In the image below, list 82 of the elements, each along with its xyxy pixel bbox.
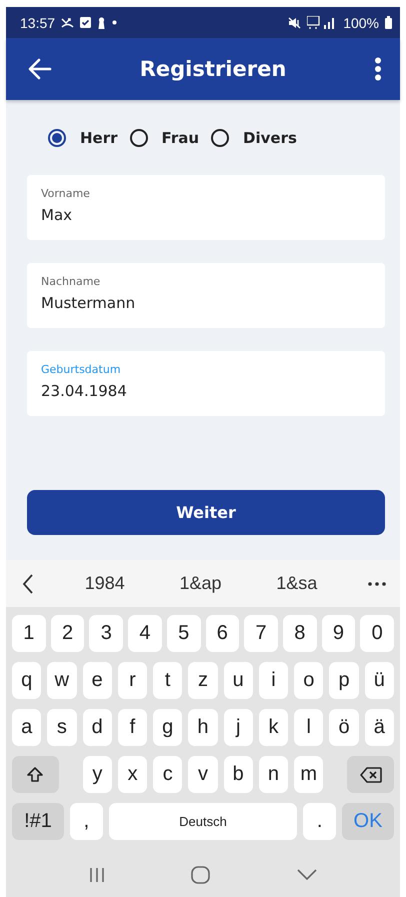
key[interactable]: 7 bbox=[244, 615, 278, 652]
key[interactable]: ü bbox=[364, 662, 394, 699]
key[interactable]: f bbox=[118, 709, 148, 746]
status-time: 13:57 bbox=[20, 14, 56, 30]
mute-icon bbox=[288, 16, 302, 28]
field-value[interactable]: 23.04.1984 bbox=[41, 382, 371, 400]
word-suggestion[interactable]: 1&sa bbox=[268, 569, 326, 598]
key[interactable]: 6 bbox=[206, 615, 240, 652]
home-icon bbox=[191, 866, 210, 884]
recent-apps-icon bbox=[89, 866, 106, 882]
key[interactable]: a bbox=[12, 709, 42, 746]
key[interactable]: p bbox=[329, 662, 359, 699]
chevron-left-icon bbox=[22, 572, 34, 594]
key[interactable]: o bbox=[294, 662, 324, 699]
key[interactable]: g bbox=[153, 709, 182, 746]
key[interactable]: n bbox=[258, 756, 288, 793]
key[interactable]: 0 bbox=[360, 615, 394, 652]
key[interactable]: v bbox=[188, 756, 218, 793]
symbols-key[interactable]: !#1 bbox=[12, 803, 64, 840]
missed-call-icon bbox=[61, 17, 74, 28]
key[interactable]: ö bbox=[329, 709, 359, 746]
key[interactable]: 3 bbox=[89, 615, 124, 652]
key[interactable]: u bbox=[224, 662, 253, 699]
gender-radio-option[interactable]: Frau bbox=[130, 128, 200, 146]
key[interactable]: z bbox=[188, 662, 218, 699]
key[interactable]: k bbox=[258, 709, 288, 746]
key[interactable]: 8 bbox=[282, 615, 317, 652]
back-arrow-icon bbox=[28, 58, 52, 80]
key[interactable]: 1 bbox=[12, 615, 46, 652]
screen-title: Registrieren bbox=[138, 57, 288, 81]
key[interactable]: , bbox=[70, 803, 103, 840]
key[interactable]: c bbox=[153, 756, 182, 793]
battery-icon bbox=[385, 16, 392, 29]
text-field[interactable]: Geburtsdatum 23.04.1984 bbox=[27, 351, 385, 416]
space-key[interactable]: Deutsch bbox=[108, 803, 298, 840]
key[interactable]: w bbox=[47, 662, 77, 699]
key[interactable]: b bbox=[224, 756, 253, 793]
field-label: Vorname bbox=[41, 187, 91, 200]
keyhole-icon bbox=[97, 16, 106, 28]
key[interactable]: e bbox=[82, 662, 112, 699]
radio-button[interactable] bbox=[48, 128, 66, 146]
key[interactable]: 2 bbox=[50, 615, 84, 652]
more-icon bbox=[374, 57, 382, 81]
backspace-icon bbox=[358, 766, 383, 784]
field-value[interactable]: Mustermann bbox=[41, 294, 371, 312]
backspace-key[interactable] bbox=[347, 756, 394, 793]
dot-icon bbox=[112, 20, 118, 25]
word-suggestion[interactable]: 1&ap bbox=[171, 569, 230, 598]
key[interactable]: y bbox=[82, 756, 112, 793]
key[interactable]: j bbox=[224, 709, 253, 746]
key[interactable]: m bbox=[294, 756, 324, 793]
chevron-down-icon bbox=[296, 869, 317, 880]
key[interactable]: d bbox=[82, 709, 112, 746]
key[interactable]: r bbox=[118, 662, 148, 699]
text-field[interactable]: Nachname Mustermann bbox=[27, 263, 385, 328]
key[interactable]: s bbox=[47, 709, 77, 746]
key[interactable]: ä bbox=[364, 709, 394, 746]
key[interactable]: 9 bbox=[322, 615, 356, 652]
key[interactable]: 4 bbox=[128, 615, 162, 652]
field-label: Geburtsdatum bbox=[41, 363, 122, 376]
gender-radio-option[interactable]: Divers bbox=[211, 128, 297, 146]
radio-button[interactable] bbox=[211, 128, 230, 146]
more-icon bbox=[368, 582, 386, 586]
key[interactable]: l bbox=[294, 709, 324, 746]
shift-icon bbox=[25, 764, 46, 784]
checkbox-icon bbox=[80, 17, 92, 28]
field-value[interactable]: Max bbox=[41, 206, 371, 224]
continue-button[interactable]: Weiter bbox=[27, 490, 385, 535]
key[interactable]: i bbox=[258, 662, 288, 699]
key[interactable]: q bbox=[12, 662, 42, 699]
battery-percentage: 100% bbox=[343, 14, 379, 30]
text-field[interactable]: Vorname Max bbox=[27, 175, 385, 240]
word-suggestion[interactable]: 1984 bbox=[76, 569, 133, 598]
key[interactable]: 5 bbox=[166, 615, 201, 652]
gender-radio-option[interactable]: Herr bbox=[48, 128, 118, 146]
radio-button[interactable] bbox=[130, 128, 148, 146]
key[interactable]: x bbox=[118, 756, 148, 793]
field-label: Nachname bbox=[41, 275, 102, 288]
key[interactable]: . bbox=[303, 803, 336, 840]
shift-key[interactable] bbox=[12, 756, 59, 793]
key[interactable]: t bbox=[153, 662, 182, 699]
key[interactable]: h bbox=[188, 709, 218, 746]
